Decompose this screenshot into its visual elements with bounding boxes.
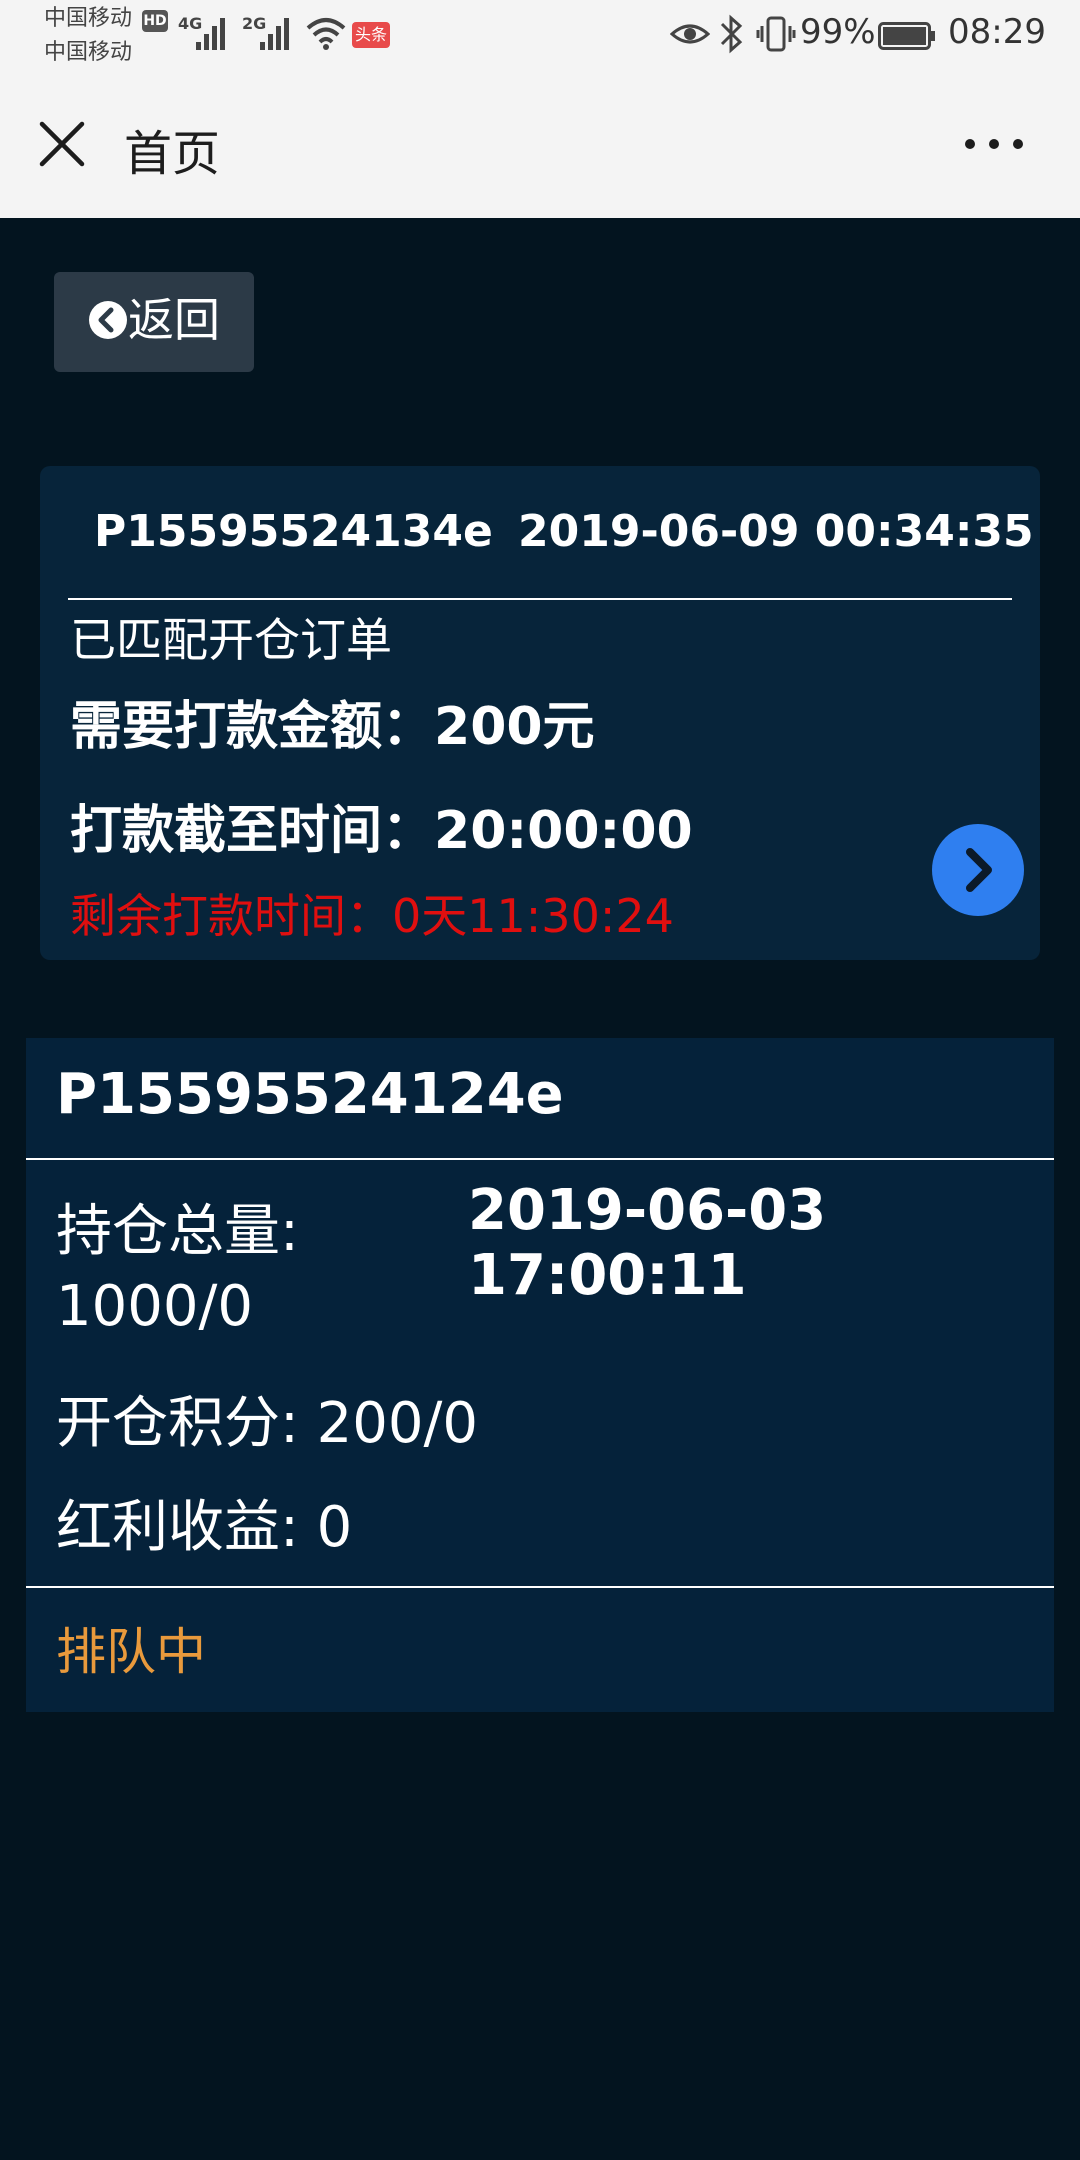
payment-deadline-label: 打款截至时间： bbox=[70, 801, 435, 861]
order-code: P15595524134e bbox=[94, 506, 493, 557]
vibrate-icon bbox=[756, 16, 796, 52]
queue-status: 排队中 bbox=[56, 1623, 206, 1681]
matched-order-card[interactable]: P15595524134e 2019-06-09 00:34:35 已匹配开仓订… bbox=[40, 466, 1040, 960]
divider bbox=[26, 1158, 1054, 1160]
order-detail-button[interactable] bbox=[932, 824, 1024, 916]
signal-icon-2 bbox=[260, 18, 289, 50]
chevron-right-circle-icon bbox=[966, 848, 992, 892]
order-status: 已匹配开仓订单 bbox=[70, 613, 392, 667]
battery-percent: 99% bbox=[800, 12, 876, 52]
payment-amount-row: 需要打款金额：200元 bbox=[70, 684, 595, 759]
chevron-left-circle-icon bbox=[89, 301, 127, 339]
payment-deadline-value: 20:00:00 bbox=[434, 801, 693, 861]
more-button[interactable] bbox=[960, 126, 1030, 162]
page-title: 首页 bbox=[124, 126, 221, 182]
close-icon bbox=[39, 121, 85, 167]
hd-badge: HD bbox=[142, 10, 168, 32]
status-bar: 中国移动 中国移动 HD 4G 2G 头条 99% 08:29 bbox=[0, 0, 1080, 70]
more-icon bbox=[965, 139, 1023, 149]
payment-deadline-row: 打款截至时间：20:00:00 bbox=[70, 788, 693, 863]
eye-icon bbox=[670, 24, 710, 44]
position-card: P15595524124e 持仓总量: 2019-06-03 17:00:11 … bbox=[26, 1038, 1054, 1712]
position-datetime: 2019-06-03 17:00:11 bbox=[468, 1178, 827, 1308]
battery-icon bbox=[878, 22, 935, 50]
signal-icon-1 bbox=[196, 18, 225, 50]
close-button[interactable] bbox=[34, 116, 90, 172]
carrier-label-1: 中国移动 bbox=[44, 6, 133, 31]
holding-total-value: 1000/0 bbox=[56, 1274, 254, 1339]
payment-amount-value: 200元 bbox=[434, 697, 595, 757]
remaining-time: 剩余打款时间：0天11:30:24 bbox=[70, 880, 674, 946]
payment-amount-label: 需要打款金额： bbox=[70, 697, 435, 757]
holding-total-label: 持仓总量: bbox=[56, 1199, 299, 1264]
remaining-time-value: 0天11:30:24 bbox=[392, 889, 674, 943]
remaining-time-label: 剩余打款时间： bbox=[70, 889, 392, 943]
divider bbox=[26, 1586, 1054, 1588]
divider bbox=[68, 598, 1012, 600]
back-button[interactable]: 返回 bbox=[54, 272, 254, 372]
opening-points: 开仓积分: 200/0 bbox=[56, 1391, 479, 1456]
bonus-income: 红利收益: 0 bbox=[56, 1495, 353, 1560]
status-clock: 08:29 bbox=[948, 12, 1046, 52]
bluetooth-icon bbox=[720, 14, 743, 54]
app-notification-badge: 头条 bbox=[352, 22, 390, 48]
wifi-icon bbox=[306, 18, 346, 50]
back-button-label: 返回 bbox=[128, 293, 220, 347]
position-code: P15595524124e bbox=[56, 1062, 564, 1127]
title-bar: 首页 bbox=[0, 70, 1080, 218]
order-datetime: 2019-06-09 00:34:35 bbox=[518, 506, 1034, 557]
carrier-label-2: 中国移动 bbox=[44, 40, 133, 65]
